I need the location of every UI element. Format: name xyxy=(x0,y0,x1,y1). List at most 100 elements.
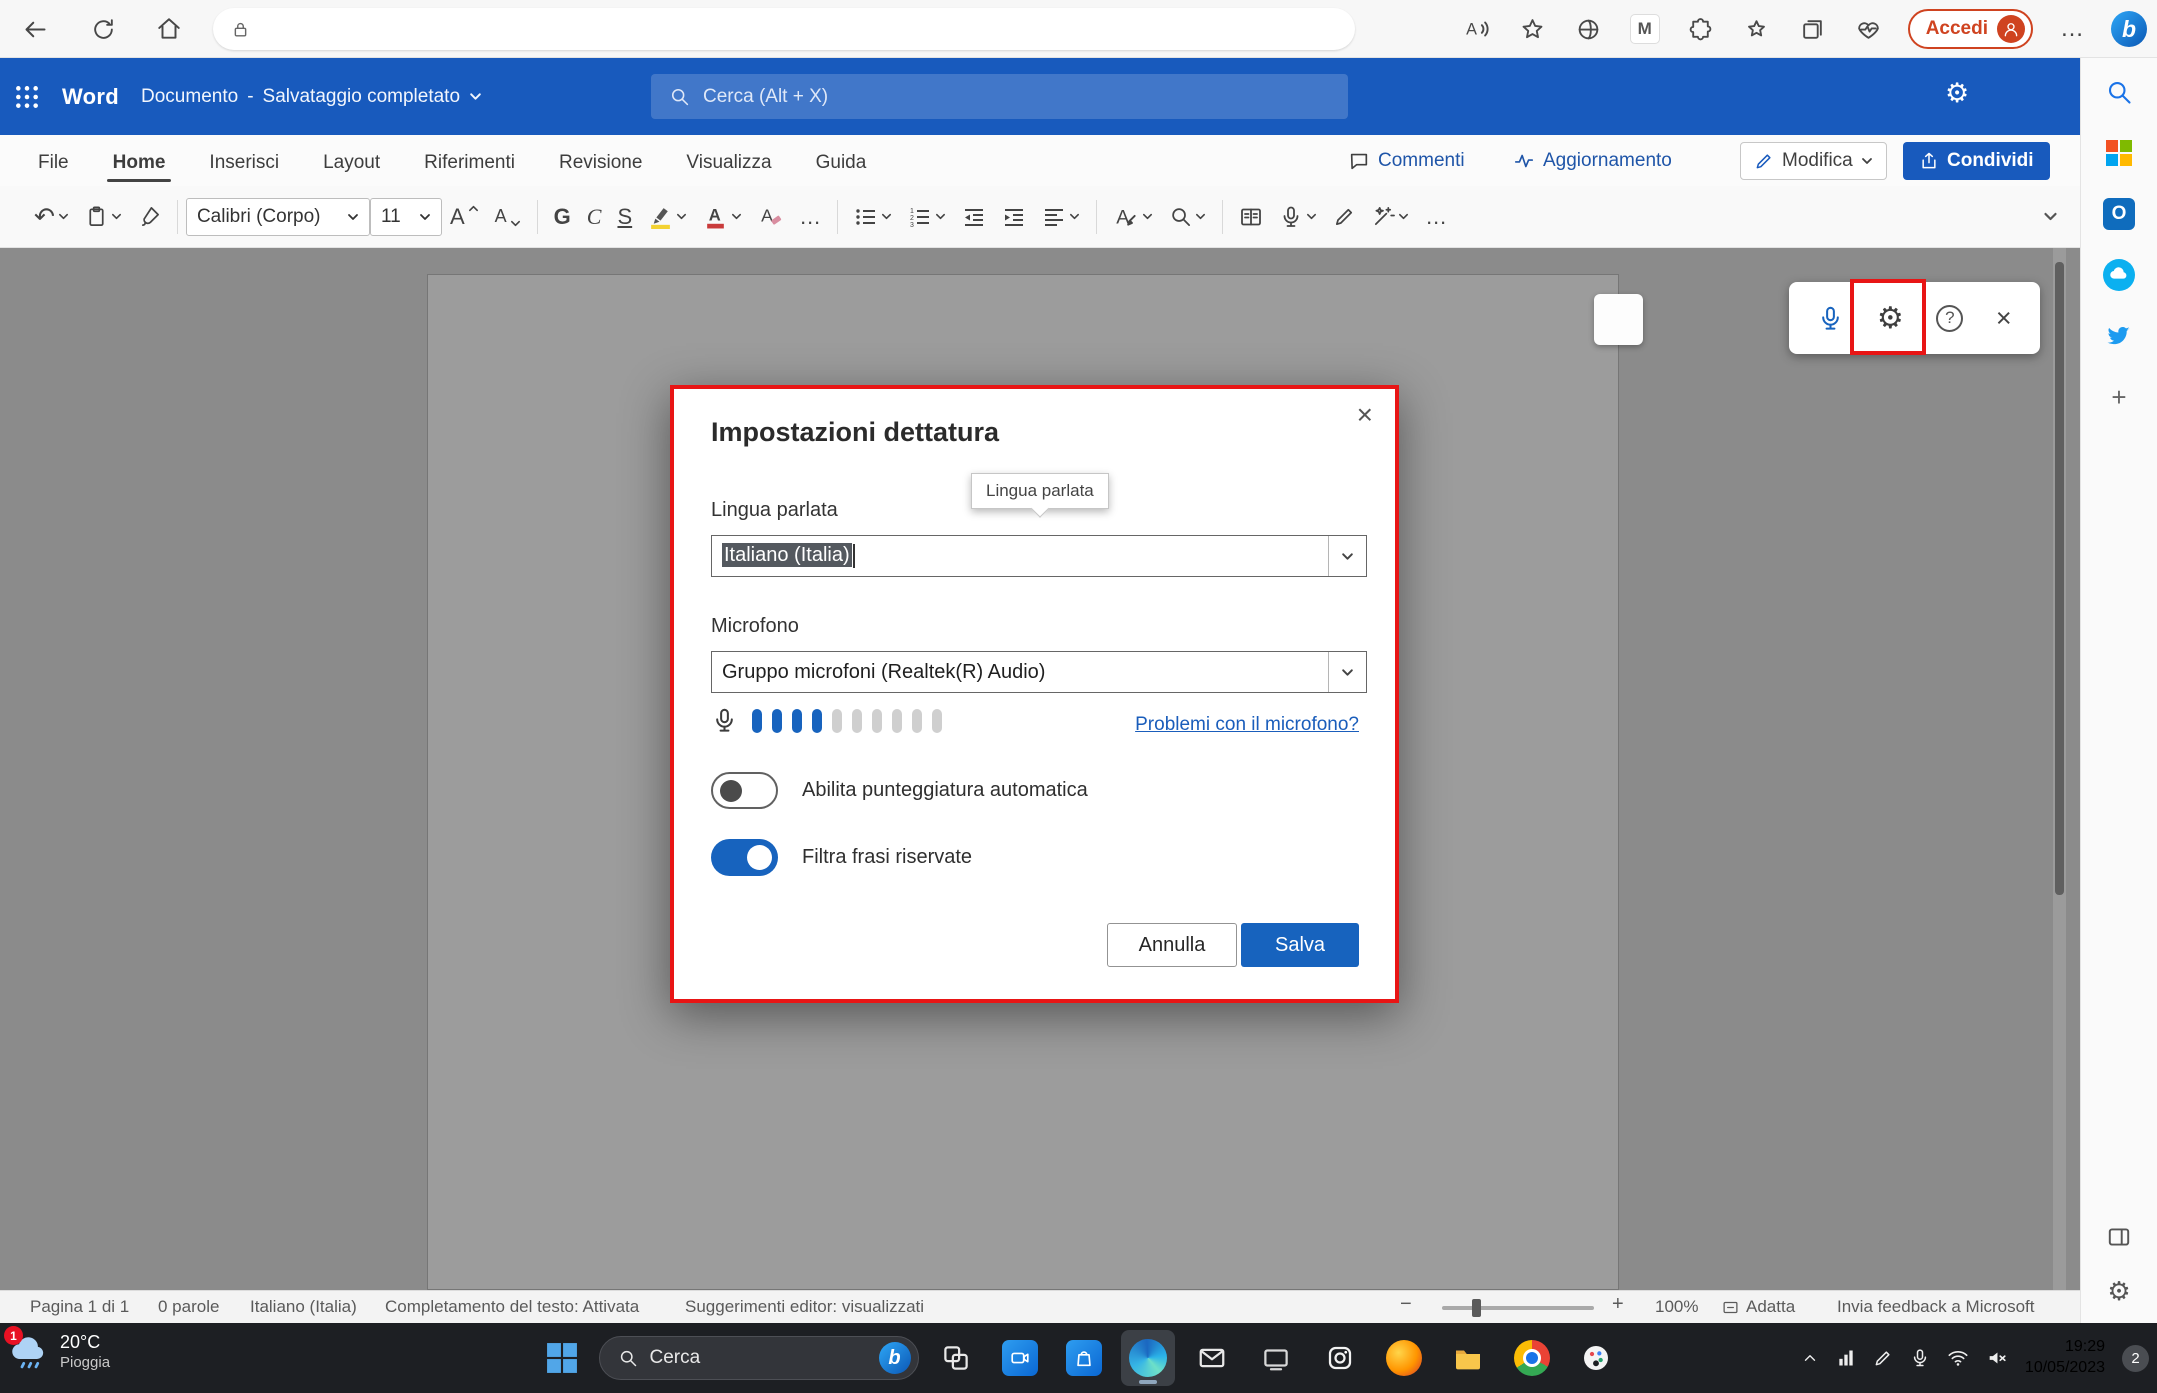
designer-button[interactable] xyxy=(1364,195,1417,239)
edge-button[interactable] xyxy=(1121,1330,1175,1386)
fit-page-button[interactable]: Adatta xyxy=(1722,1297,1795,1317)
save-button[interactable]: Salva xyxy=(1241,923,1359,967)
notification-count-badge[interactable]: 2 xyxy=(2122,1345,2149,1372)
paint-app-button[interactable] xyxy=(1569,1330,1623,1386)
document-scrollbar[interactable] xyxy=(2053,248,2066,1290)
immersive-reader-button[interactable] xyxy=(1231,195,1271,239)
browser-essentials-button[interactable] xyxy=(1852,13,1886,45)
firefox-button[interactable] xyxy=(1377,1330,1431,1386)
scrollbar-thumb[interactable] xyxy=(2055,262,2064,895)
decrease-indent-button[interactable] xyxy=(954,195,994,239)
editing-mode-dropdown[interactable]: Modifica xyxy=(1740,142,1887,180)
tray-mic-button[interactable] xyxy=(1910,1348,1930,1368)
taskbar-search[interactable]: Cerca b xyxy=(599,1336,919,1380)
feedback-link[interactable]: Invia feedback a Microsoft xyxy=(1837,1297,2034,1317)
auto-punctuation-toggle[interactable] xyxy=(711,772,778,809)
sidebar-panel-button[interactable] xyxy=(2101,1219,2137,1255)
editor-button[interactable] xyxy=(1325,195,1364,239)
home-button[interactable] xyxy=(152,14,186,44)
store-button[interactable] xyxy=(1057,1330,1111,1386)
word-search-bar[interactable]: Cerca (Alt + X) xyxy=(651,74,1348,119)
ribbon-tab-visualizza[interactable]: Visualizza xyxy=(664,140,793,186)
taskbar-clock[interactable]: 19:29 10/05/2023 xyxy=(2025,1337,2105,1379)
italic-button[interactable]: C xyxy=(579,195,610,239)
bullet-list-button[interactable] xyxy=(846,195,900,239)
undo-button[interactable]: ↶ xyxy=(26,195,77,239)
font-color-button[interactable]: A xyxy=(695,195,750,239)
alignment-button[interactable] xyxy=(1034,195,1088,239)
increase-indent-button[interactable] xyxy=(994,195,1034,239)
microphone-select[interactable]: Gruppo microfoni (Realtek(R) Audio) xyxy=(711,651,1367,693)
weather-widget[interactable]: 1 20°C Pioggia xyxy=(8,1331,110,1373)
mic-help-link[interactable]: Problemi con il microfono? xyxy=(1135,714,1359,736)
signin-button[interactable]: Accedi xyxy=(1908,9,2033,49)
favorites-bar-button[interactable] xyxy=(1740,13,1774,45)
ribbon-tab-home[interactable]: Home xyxy=(91,140,188,186)
editor-suggestions-status[interactable]: Suggerimenti editor: visualizzati xyxy=(685,1297,924,1317)
dictation-settings-button[interactable]: ⚙ xyxy=(1877,301,1904,336)
web-capture-button[interactable] xyxy=(1572,13,1606,45)
tray-wifi-button[interactable] xyxy=(1947,1347,1969,1369)
ribbon-tab-riferimenti[interactable]: Riferimenti xyxy=(402,140,537,186)
dictation-help-button[interactable]: ? xyxy=(1936,305,1963,332)
underline-button[interactable]: S xyxy=(609,195,640,239)
collections-button[interactable] xyxy=(1796,13,1830,45)
clear-format-button[interactable]: A xyxy=(750,195,791,239)
text-completion-status[interactable]: Completamento del testo: Attivata xyxy=(385,1297,639,1317)
highlight-button[interactable] xyxy=(640,195,695,239)
more-formatting-button[interactable]: … xyxy=(791,195,829,239)
styles-button[interactable]: A xyxy=(1105,195,1161,239)
zoom-out-button[interactable]: − xyxy=(1400,1293,1412,1316)
bold-button[interactable]: G xyxy=(546,195,579,239)
back-button[interactable] xyxy=(18,14,52,44)
tray-activity-button[interactable] xyxy=(1836,1348,1856,1368)
document-language[interactable]: Italiano (Italia) xyxy=(250,1297,357,1317)
gmail-button[interactable]: M xyxy=(1628,13,1662,45)
page-info[interactable]: Pagina 1 di 1 xyxy=(30,1297,129,1317)
collapse-ribbon-button[interactable] xyxy=(2043,209,2058,224)
file-explorer-button[interactable] xyxy=(1441,1330,1495,1386)
tray-volume-mute-button[interactable] xyxy=(1986,1347,2008,1369)
find-button[interactable] xyxy=(1161,195,1214,239)
zoom-slider[interactable] xyxy=(1442,1306,1594,1310)
video-app-button[interactable] xyxy=(993,1330,1047,1386)
site-info-icon[interactable] xyxy=(231,20,250,39)
format-painter-button[interactable] xyxy=(130,195,169,239)
dictation-close-button[interactable]: × xyxy=(1996,305,2012,332)
sidebar-search-button[interactable] xyxy=(2101,74,2137,110)
cancel-button[interactable]: Annulla xyxy=(1107,923,1237,967)
ribbon-tab-file[interactable]: File xyxy=(16,140,91,186)
tray-expand-button[interactable] xyxy=(1801,1349,1819,1367)
grow-font-button[interactable]: A xyxy=(442,195,487,239)
sidebar-microsoft365-button[interactable] xyxy=(2101,135,2137,171)
language-select[interactable]: Italiano (Italia) xyxy=(711,535,1367,577)
zoom-slider-thumb[interactable] xyxy=(1472,1299,1481,1317)
bing-sidebar-button[interactable]: b xyxy=(2111,11,2147,47)
paste-button[interactable] xyxy=(77,195,130,239)
app-launcher-button[interactable] xyxy=(14,84,40,110)
font-name-combo[interactable]: Calibri (Corpo) xyxy=(186,198,370,236)
ribbon-tab-layout[interactable]: Layout xyxy=(301,140,402,186)
mail-button[interactable] xyxy=(1185,1330,1239,1386)
sidebar-onedrive-button[interactable] xyxy=(2101,257,2137,293)
font-size-combo[interactable]: 11 xyxy=(370,198,442,236)
instagram-button[interactable] xyxy=(1313,1330,1367,1386)
task-view-button[interactable] xyxy=(929,1330,983,1386)
dictation-mic-button[interactable] xyxy=(1817,305,1844,332)
sidebar-settings-button[interactable]: ⚙ xyxy=(2101,1273,2137,1309)
filter-phrases-toggle[interactable] xyxy=(711,839,778,876)
select-dropdown-zone[interactable] xyxy=(1328,652,1366,692)
page-flyout-panel[interactable] xyxy=(1594,294,1643,345)
chrome-button[interactable] xyxy=(1505,1330,1559,1386)
read-aloud-button[interactable]: A xyxy=(1460,13,1494,45)
dictate-button[interactable] xyxy=(1271,195,1325,239)
sidebar-twitter-button[interactable] xyxy=(2101,318,2137,354)
ribbon-tab-inserisci[interactable]: Inserisci xyxy=(187,140,301,186)
sidebar-add-button[interactable]: + xyxy=(2101,379,2137,415)
refresh-button[interactable] xyxy=(86,14,120,44)
address-bar[interactable] xyxy=(213,8,1355,50)
select-dropdown-zone[interactable] xyxy=(1328,536,1366,576)
ribbon-tab-guida[interactable]: Guida xyxy=(794,140,889,186)
add-favorite-button[interactable] xyxy=(1516,13,1550,45)
zoom-level[interactable]: 100% xyxy=(1655,1297,1698,1317)
